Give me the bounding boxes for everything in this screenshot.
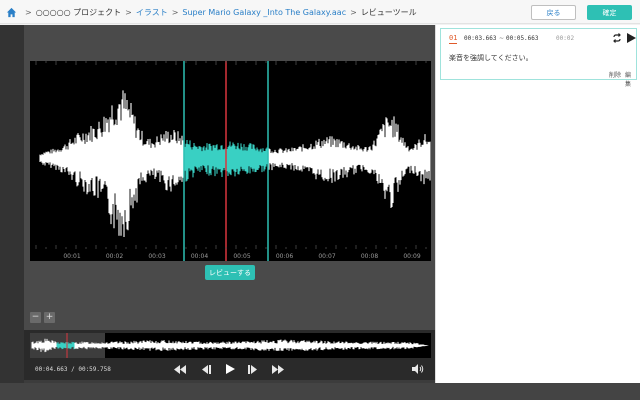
time-label: 00:02	[106, 253, 123, 260]
comment-index[interactable]: 01	[449, 34, 458, 44]
zoom-out-button[interactable]: −	[30, 312, 41, 323]
comment-panel: 01 00:03.663 ~ 00:05.663 00:02 楽音を強調してくだ…	[435, 25, 640, 383]
breadcrumb-current: レビューツール	[360, 7, 417, 17]
delete-button[interactable]: 削除	[609, 70, 621, 79]
edit-button[interactable]: 編集	[625, 70, 636, 88]
time-label: 00:01	[63, 253, 80, 260]
time-label: 00:07	[318, 253, 335, 260]
breadcrumb-illust[interactable]: イラスト	[136, 7, 168, 18]
previous-button[interactable]	[199, 364, 213, 374]
repeat-icon[interactable]	[612, 33, 622, 43]
breadcrumb-file[interactable]: Super Mario Galaxy _Into The Galaxy.aac	[182, 8, 346, 17]
review-button[interactable]: レビューする	[205, 265, 255, 280]
comment-time-separator: ~	[499, 35, 505, 42]
breadcrumb-project: ○○○○○ プロジェクト	[35, 7, 122, 17]
fast-forward-button[interactable]	[271, 364, 285, 374]
breadcrumb-separator: >	[125, 7, 132, 17]
time-label: 00:06	[276, 253, 293, 260]
next-button[interactable]	[246, 364, 260, 374]
confirm-button[interactable]: 確定	[587, 5, 632, 20]
breadcrumb: > ○○○○○ プロジェクト > イラスト > Super Mario Gala…	[6, 5, 417, 19]
play-icon	[226, 364, 235, 374]
fast-forward-icon	[272, 364, 284, 374]
comment-text: 楽音を強調してください。	[449, 54, 533, 62]
time-label: 00:08	[361, 253, 378, 260]
next-icon	[248, 364, 257, 374]
breadcrumb-separator: >	[171, 7, 179, 17]
previous-icon	[202, 364, 211, 374]
volume-icon	[411, 364, 423, 374]
rewind-icon	[174, 364, 186, 374]
time-label: 00:05	[233, 253, 250, 260]
time-label: 00:03	[148, 253, 165, 260]
breadcrumb-separator: >	[350, 7, 357, 17]
rewind-button[interactable]	[173, 364, 187, 374]
play-icon[interactable]	[626, 33, 636, 43]
top-bar: > ○○○○○ プロジェクト > イラスト > Super Mario Gala…	[0, 0, 640, 24]
left-strip	[0, 25, 24, 400]
waveform-svg[interactable]: 00:01 00:02 00:03 00:04 00:05 00:06 00:07 00:08…	[30, 61, 431, 261]
play-button[interactable]	[223, 364, 237, 374]
volume-button[interactable]	[411, 364, 425, 374]
bottom-bar	[0, 383, 640, 400]
time-label: 00:04	[191, 253, 208, 260]
time-label: 00:09	[403, 253, 420, 260]
home-icon[interactable]	[6, 7, 17, 18]
comment-end-time: 00:05.663	[506, 35, 539, 42]
overview-svg	[31, 333, 429, 358]
waveform-canvas[interactable]: 00:01 00:02 00:03 00:04 00:05 00:06 00:07 00:08…	[30, 61, 431, 261]
back-button[interactable]: 戻る	[531, 5, 576, 20]
breadcrumb-separator: >	[25, 7, 32, 17]
comment-card[interactable]: 01 00:03.663 ~ 00:05.663 00:02 楽音を強調してくだ…	[440, 28, 637, 88]
overview-selected-path	[56, 341, 75, 350]
comment-start-time: 00:03.663	[464, 35, 497, 42]
comment-duration: 00:02	[556, 35, 575, 42]
time-readout: 00:04.663 / 00:59.758	[35, 366, 111, 373]
zoom-in-button[interactable]: +	[44, 312, 55, 323]
overview-waveform-path	[31, 338, 429, 353]
overview-waveform[interactable]	[30, 333, 431, 358]
